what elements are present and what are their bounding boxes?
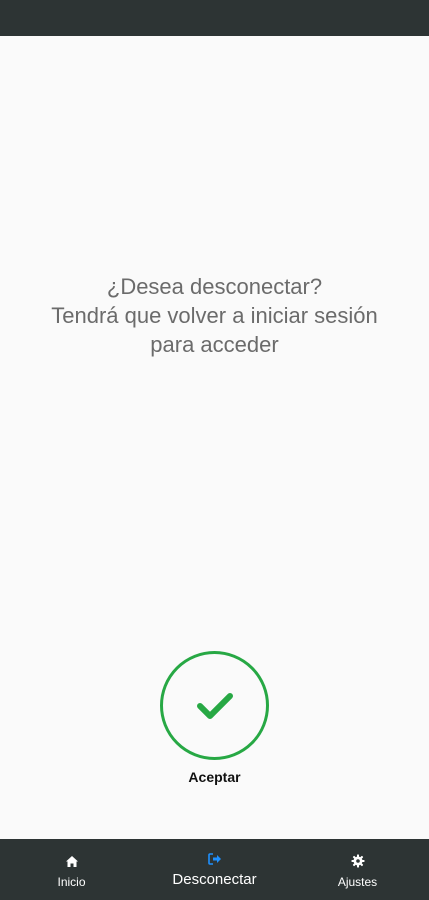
nav-item-ajustes[interactable]: Ajustes bbox=[286, 839, 429, 900]
nav-item-desconectar[interactable]: Desconectar bbox=[143, 839, 286, 900]
logout-question: ¿Desea desconectar? bbox=[106, 274, 323, 299]
logout-message: ¿Desea desconectar? Tendrá que volver a … bbox=[0, 272, 429, 359]
logout-icon bbox=[207, 851, 223, 867]
nav-label-inicio: Inicio bbox=[57, 875, 86, 889]
gear-icon bbox=[350, 853, 366, 869]
logout-screen: ¿Desea desconectar? Tendrá que volver a … bbox=[0, 36, 429, 839]
check-icon bbox=[196, 692, 233, 719]
home-icon bbox=[64, 853, 80, 869]
accept-button[interactable] bbox=[160, 651, 269, 760]
nav-item-inicio[interactable]: Inicio bbox=[0, 839, 143, 900]
accept-label[interactable]: Aceptar bbox=[0, 769, 429, 785]
nav-label-desconectar: Desconectar bbox=[172, 871, 257, 888]
logout-warning-line-2: para acceder bbox=[150, 332, 279, 357]
status-bar bbox=[0, 0, 429, 36]
nav-label-ajustes: Ajustes bbox=[337, 875, 378, 889]
bottom-nav: Inicio Desconectar Ajustes bbox=[0, 839, 429, 900]
logout-warning-line-1: Tendrá que volver a iniciar sesión bbox=[51, 303, 378, 328]
